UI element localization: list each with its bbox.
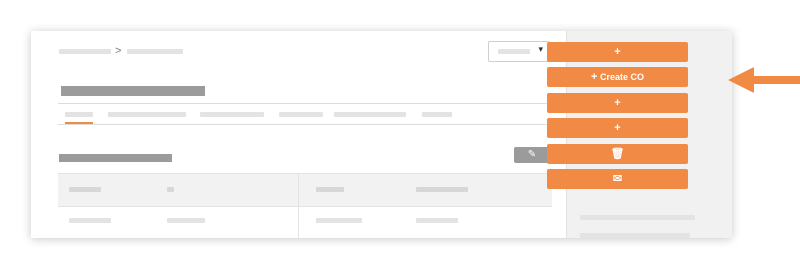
table-header-cell bbox=[69, 187, 101, 192]
tab-4[interactable] bbox=[279, 112, 323, 117]
edit-button[interactable]: ✎ bbox=[514, 147, 550, 163]
breadcrumb-separator: > bbox=[115, 45, 122, 57]
view-dropdown[interactable]: ▾ bbox=[488, 41, 550, 62]
table-cell bbox=[316, 218, 362, 223]
main-panel: > ▾ ✎ bbox=[31, 31, 566, 238]
breadcrumb-item-1[interactable] bbox=[59, 49, 111, 54]
delete-button[interactable]: 🗑 bbox=[547, 144, 688, 164]
envelope-icon: ✉ bbox=[612, 173, 623, 185]
pencil-icon: ✎ bbox=[527, 149, 537, 160]
action-button-3[interactable]: + bbox=[547, 93, 688, 113]
tab-3[interactable] bbox=[200, 112, 264, 117]
table-cell bbox=[416, 218, 458, 223]
email-button[interactable]: ✉ bbox=[547, 169, 688, 189]
chevron-down-icon: ▾ bbox=[538, 44, 543, 54]
sidebar-info-line bbox=[580, 233, 690, 238]
sidebar-info-line bbox=[580, 215, 695, 220]
title-divider bbox=[58, 103, 552, 104]
callout-arrow-icon bbox=[728, 67, 800, 93]
table-cell bbox=[69, 218, 111, 223]
plus-icon: + bbox=[614, 46, 621, 58]
table-header-cell bbox=[316, 187, 344, 192]
breadcrumb-item-2[interactable] bbox=[127, 49, 183, 54]
section-title bbox=[59, 154, 172, 162]
tab-general[interactable] bbox=[65, 112, 93, 117]
table-column-divider bbox=[298, 173, 299, 238]
create-co-button[interactable]: + Create CO bbox=[547, 67, 688, 87]
table-cell bbox=[167, 218, 205, 223]
plus-icon: + bbox=[591, 71, 598, 83]
tab-5[interactable] bbox=[334, 112, 406, 117]
tabs-divider bbox=[58, 124, 552, 125]
page-title bbox=[61, 86, 205, 96]
action-button-1[interactable]: + bbox=[547, 42, 688, 62]
dropdown-value bbox=[498, 49, 530, 54]
plus-icon: + bbox=[614, 122, 621, 134]
tab-6[interactable] bbox=[422, 112, 452, 117]
action-button-4[interactable]: + bbox=[547, 118, 688, 138]
trash-icon: 🗑 bbox=[610, 148, 625, 160]
tab-2[interactable] bbox=[108, 112, 186, 117]
table-header-cell bbox=[416, 187, 468, 192]
action-button-label: Create CO bbox=[599, 72, 644, 82]
plus-icon: + bbox=[614, 97, 621, 109]
table-header-cell bbox=[167, 187, 174, 192]
table-header bbox=[58, 173, 552, 207]
